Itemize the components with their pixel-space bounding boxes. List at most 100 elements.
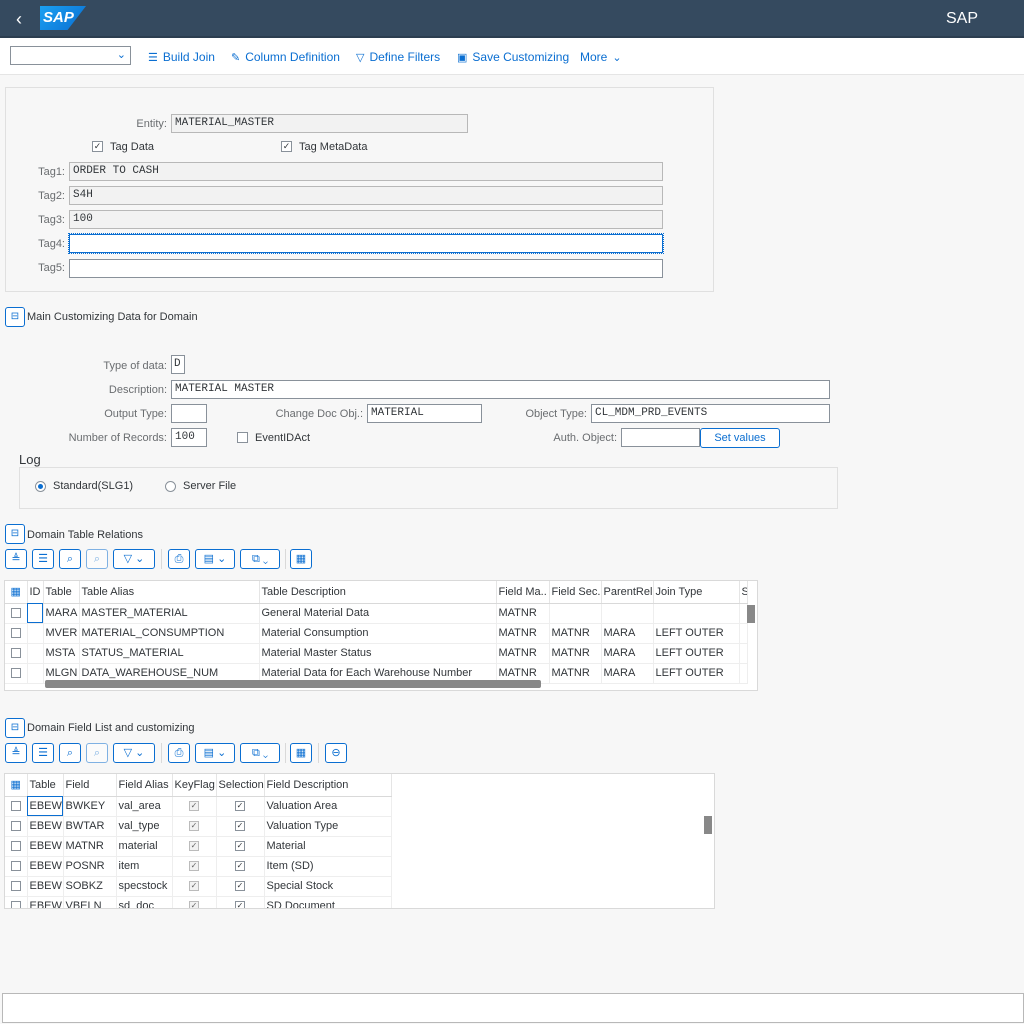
- row-checkbox[interactable]: [10, 881, 21, 892]
- selection-checkbox[interactable]: ✓: [235, 861, 245, 872]
- column-header[interactable]: Field Description: [264, 774, 392, 797]
- expand-section-icon[interactable]: ⊟: [5, 718, 25, 738]
- table-row[interactable]: MSTA STATUS_MATERIAL Material Master Sta…: [5, 643, 748, 664]
- table-row[interactable]: MARA MASTER_MATERIAL General Material Da…: [5, 603, 748, 624]
- export-dropdown-button[interactable]: ⧉ ⌄: [240, 549, 280, 569]
- row-checkbox[interactable]: [10, 608, 21, 619]
- entity-field[interactable]: MATERIAL_MASTER: [171, 114, 468, 133]
- id-cell[interactable]: [27, 643, 44, 664]
- table-row[interactable]: EBEW POSNR item ✓ ✓ Item (SD): [5, 856, 392, 877]
- row-checkbox[interactable]: [10, 801, 21, 812]
- column-header[interactable]: Table Description: [259, 581, 497, 604]
- set-values-button[interactable]: Set values: [700, 428, 780, 448]
- search-next-icon[interactable]: ⌕: [86, 743, 108, 763]
- select-all-icon[interactable]: ▦: [5, 581, 28, 604]
- layout-grid-icon[interactable]: ▦: [290, 743, 312, 763]
- table-cell[interactable]: EBEW: [27, 876, 64, 897]
- column-header[interactable]: Field Sec.: [549, 581, 602, 604]
- sort-icon[interactable]: ☰: [32, 549, 54, 569]
- table-row[interactable]: EBEW BWTAR val_type ✓ ✓ Valuation Type: [5, 816, 392, 837]
- server-file-radio[interactable]: [165, 481, 176, 492]
- column-header[interactable]: KeyFlag: [172, 774, 217, 797]
- id-cell[interactable]: [27, 663, 44, 684]
- back-icon[interactable]: ‹: [8, 8, 30, 30]
- column-header[interactable]: ID: [27, 581, 44, 604]
- more-button[interactable]: More ⌄: [580, 49, 622, 65]
- search-next-icon[interactable]: ⌕: [86, 549, 108, 569]
- layout-grid-icon[interactable]: ▦: [290, 549, 312, 569]
- tag1-field[interactable]: ORDER TO CASH: [69, 162, 663, 181]
- views-dropdown-button[interactable]: ▤ ⌄: [195, 743, 235, 763]
- table-cell[interactable]: EBEW: [27, 836, 64, 857]
- vertical-scrollbar[interactable]: [747, 605, 755, 623]
- table-cell[interactable]: EBEW: [27, 796, 64, 817]
- save-customizing-button[interactable]: ▣ Save Customizing: [457, 49, 569, 65]
- views-dropdown-button[interactable]: ▤ ⌄: [195, 549, 235, 569]
- table-cell[interactable]: EBEW: [27, 856, 64, 877]
- print-icon[interactable]: ⎙: [168, 549, 190, 569]
- tag-metadata-checkbox[interactable]: ✓: [281, 141, 292, 152]
- field-alias-cell[interactable]: item: [116, 856, 173, 877]
- standard-radio[interactable]: [35, 481, 46, 492]
- id-cell[interactable]: [27, 603, 44, 624]
- tag-data-checkbox[interactable]: ✓: [92, 141, 103, 152]
- object-type-field[interactable]: CL_MDM_PRD_EVENTS: [591, 404, 830, 423]
- table-cell[interactable]: EBEW: [27, 816, 64, 837]
- horizontal-scrollbar[interactable]: [45, 680, 541, 688]
- expand-section-icon[interactable]: ⊟: [5, 524, 25, 544]
- details-icon[interactable]: ≜: [5, 549, 27, 569]
- row-checkbox[interactable]: [10, 628, 21, 639]
- column-header[interactable]: Field Ma..: [496, 581, 550, 604]
- selection-checkbox[interactable]: ✓: [235, 901, 245, 908]
- change-doc-field[interactable]: MATERIAL: [367, 404, 482, 423]
- table-row[interactable]: EBEW MATNR material ✓ ✓ Material: [5, 836, 392, 857]
- output-type-field[interactable]: [171, 404, 207, 423]
- column-definition-button[interactable]: ✎ Column Definition: [231, 49, 340, 65]
- column-header[interactable]: Table: [27, 774, 64, 797]
- tag4-field[interactable]: [68, 233, 664, 254]
- filter-dropdown-button[interactable]: ▽ ⌄: [113, 743, 155, 763]
- vertical-scrollbar[interactable]: [704, 816, 712, 834]
- selection-checkbox[interactable]: ✓: [235, 821, 245, 832]
- minus-circle-icon[interactable]: ⊖: [325, 743, 347, 763]
- build-join-button[interactable]: ☰ Build Join: [148, 49, 215, 65]
- expand-section-icon[interactable]: ⊟: [5, 307, 25, 327]
- table-row[interactable]: EBEW VBELN sd_doc ✓ ✓ SD Document: [5, 896, 392, 908]
- search-icon[interactable]: ⌕: [59, 549, 81, 569]
- table-cell[interactable]: EBEW: [27, 896, 64, 908]
- row-checkbox[interactable]: [10, 861, 21, 872]
- print-icon[interactable]: ⎙: [168, 743, 190, 763]
- column-header[interactable]: Table: [43, 581, 80, 604]
- details-icon[interactable]: ≜: [5, 743, 27, 763]
- column-header[interactable]: Join Type: [653, 581, 740, 604]
- table-row[interactable]: EBEW BWKEY val_area ✓ ✓ Valuation Area: [5, 796, 392, 817]
- export-dropdown-button[interactable]: ⧉ ⌄: [240, 743, 280, 763]
- column-header[interactable]: ParentRel: [601, 581, 654, 604]
- auth-object-field[interactable]: [621, 428, 700, 447]
- description-field[interactable]: MATERIAL MASTER: [171, 380, 830, 399]
- row-checkbox[interactable]: [10, 901, 21, 908]
- column-header[interactable]: S: [739, 581, 748, 604]
- number-of-records-field[interactable]: 100: [171, 428, 207, 447]
- column-header[interactable]: Field: [63, 774, 117, 797]
- define-filters-button[interactable]: ▽ Define Filters: [356, 49, 440, 65]
- filter-dropdown-button[interactable]: ▽ ⌄: [113, 549, 155, 569]
- search-icon[interactable]: ⌕: [59, 743, 81, 763]
- column-header[interactable]: Selection: [216, 774, 265, 797]
- table-row[interactable]: MVER MATERIAL_CONSUMPTION Material Consu…: [5, 623, 748, 644]
- tag3-field[interactable]: 100: [69, 210, 663, 229]
- tag5-field[interactable]: [69, 259, 663, 278]
- field-alias-cell[interactable]: val_area: [116, 796, 173, 817]
- field-alias-cell[interactable]: val_type: [116, 816, 173, 837]
- id-cell[interactable]: [27, 623, 44, 644]
- selection-checkbox[interactable]: ✓: [235, 841, 245, 852]
- tag2-field[interactable]: S4H: [69, 186, 663, 205]
- field-alias-cell[interactable]: material: [116, 836, 173, 857]
- selection-checkbox[interactable]: ✓: [235, 881, 245, 892]
- variant-select[interactable]: ⌄: [10, 46, 131, 65]
- sort-icon[interactable]: ☰: [32, 743, 54, 763]
- column-header[interactable]: Table Alias: [79, 581, 260, 604]
- column-header[interactable]: Field Alias: [116, 774, 173, 797]
- row-checkbox[interactable]: [10, 821, 21, 832]
- row-checkbox[interactable]: [10, 668, 21, 679]
